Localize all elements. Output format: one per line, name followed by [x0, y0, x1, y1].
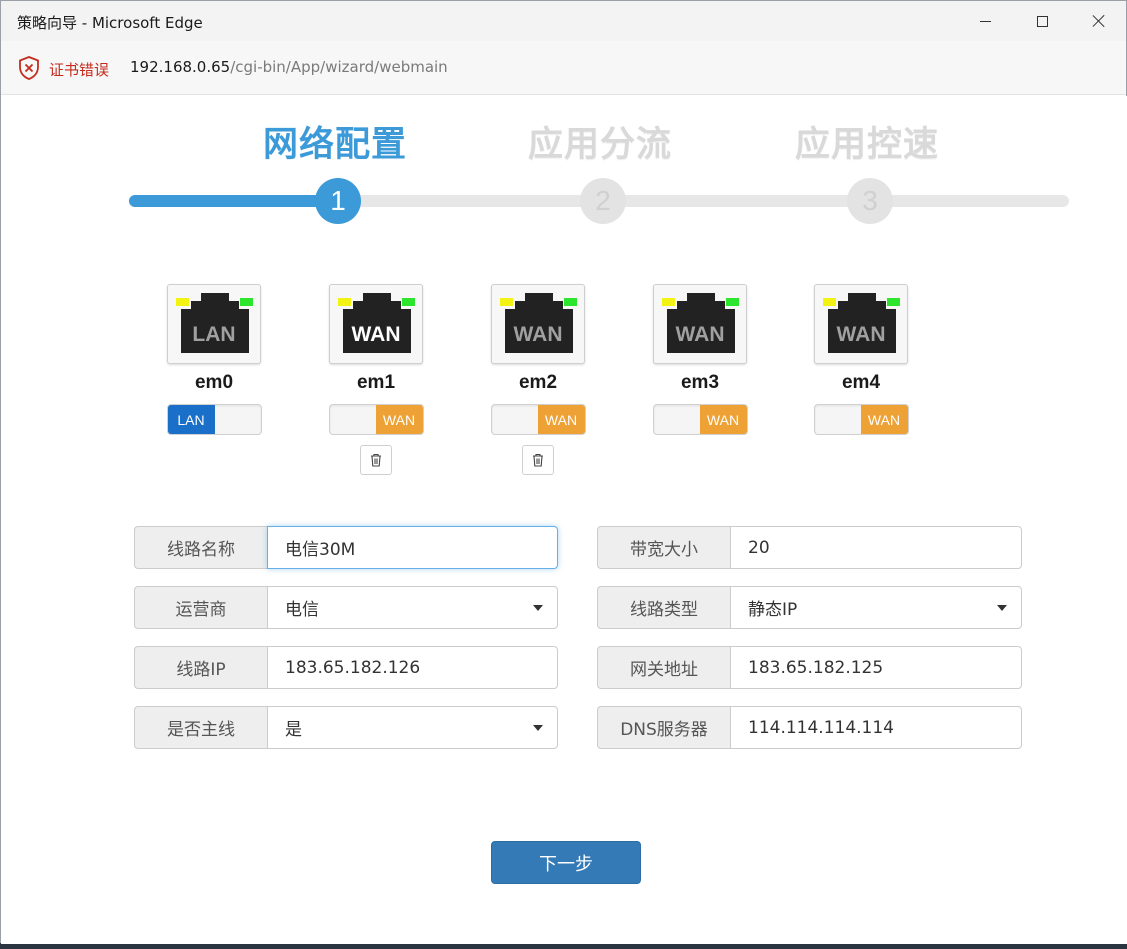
- bandwidth-label: 带宽大小: [597, 526, 730, 569]
- browser-window: 策略向导 - Microsoft Edge 证书错误 192.168.0.65/…: [0, 0, 1127, 944]
- ethernet-port-icon: WAN: [329, 284, 423, 364]
- progress-fill: [129, 195, 336, 207]
- port-mode-toggle[interactable]: WAN: [652, 404, 748, 435]
- trash-icon: [371, 453, 381, 467]
- line-ip-label: 线路IP: [134, 646, 267, 689]
- port-mode-toggle[interactable]: LAN: [166, 404, 262, 435]
- line-name-label: 线路名称: [134, 526, 267, 569]
- bandwidth-field: 带宽大小 20: [597, 526, 1022, 569]
- delete-port-button[interactable]: [522, 445, 554, 475]
- gateway-input[interactable]: 183.65.182.125: [730, 646, 1022, 689]
- dns-field: DNS服务器 114.114.114.114: [597, 706, 1022, 749]
- led-green: [240, 298, 253, 306]
- toggle-wan-segment[interactable]: WAN: [860, 405, 908, 434]
- window-title: 策略向导 - Microsoft Edge: [17, 14, 203, 32]
- port-type-label: WAN: [836, 323, 886, 346]
- caret-down-icon: [533, 605, 543, 611]
- step-circle-2: 2: [580, 178, 626, 224]
- line-ip-input[interactable]: 183.65.182.126: [267, 646, 558, 689]
- port-name: em3: [680, 372, 720, 393]
- toggle-wan-segment[interactable]: WAN: [699, 405, 747, 434]
- led-green: [402, 298, 415, 306]
- caret-down-icon: [533, 725, 543, 731]
- line-ip-field: 线路IP 183.65.182.126: [134, 646, 558, 689]
- port-em1: WAN em1 WAN: [328, 284, 424, 475]
- port-em4: WAN em4 WAN: [813, 284, 909, 435]
- port-name: em4: [841, 372, 881, 393]
- line-type-select[interactable]: 静态IP: [730, 586, 1022, 629]
- dns-input[interactable]: 114.114.114.114: [730, 706, 1022, 749]
- port-type-label: LAN: [192, 323, 236, 346]
- led-yellow: [500, 298, 513, 306]
- port-name: em1: [356, 372, 396, 393]
- step-circle-1: 1: [315, 178, 361, 224]
- close-button[interactable]: [1070, 1, 1127, 41]
- isp-select-value: 电信: [285, 600, 319, 620]
- url-host: 192.168.0.65: [130, 58, 231, 76]
- led-green: [564, 298, 577, 306]
- led-yellow: [176, 298, 189, 306]
- trash-icon: [533, 453, 543, 467]
- isp-field: 运营商 电信: [134, 586, 558, 629]
- port-name: em0: [194, 372, 234, 393]
- line-name-input[interactable]: 电信30M: [267, 526, 558, 569]
- toggle-wan-segment[interactable]: WAN: [537, 405, 585, 434]
- gateway-field: 网关地址 183.65.182.125: [597, 646, 1022, 689]
- gateway-label: 网关地址: [597, 646, 730, 689]
- toggle-wan-segment[interactable]: WAN: [375, 405, 423, 434]
- minimize-icon: [979, 20, 991, 22]
- step-title-app-split: 应用分流: [528, 124, 673, 165]
- ethernet-port-icon: WAN: [814, 284, 908, 364]
- port-type-label: WAN: [351, 323, 401, 346]
- url-text[interactable]: 192.168.0.65/cgi-bin/App/wizard/webmain: [130, 58, 448, 76]
- led-yellow: [662, 298, 675, 306]
- ethernet-port-icon: WAN: [491, 284, 585, 364]
- url-path: /cgi-bin/App/wizard/webmain: [230, 58, 448, 76]
- isp-select[interactable]: 电信: [267, 586, 558, 629]
- step-title-network-config: 网络配置: [263, 124, 408, 165]
- led-green: [726, 298, 739, 306]
- caret-down-icon: [997, 605, 1007, 611]
- minimize-button[interactable]: [956, 1, 1014, 41]
- port-mode-toggle[interactable]: WAN: [328, 404, 424, 435]
- dns-label: DNS服务器: [597, 706, 730, 749]
- ethernet-port-icon: LAN: [167, 284, 261, 364]
- delete-port-button[interactable]: [360, 445, 392, 475]
- title-bar: 策略向导 - Microsoft Edge: [1, 1, 1126, 41]
- port-name: em2: [518, 372, 558, 393]
- primary-line-select[interactable]: 是: [267, 706, 558, 749]
- line-type-field: 线路类型 静态IP: [597, 586, 1022, 629]
- led-yellow: [338, 298, 351, 306]
- port-type-label: WAN: [675, 323, 725, 346]
- bandwidth-input[interactable]: 20: [730, 526, 1022, 569]
- toggle-lan-segment[interactable]: LAN: [167, 405, 215, 434]
- step-circle-3: 3: [847, 178, 893, 224]
- step-title-app-speed: 应用控速: [795, 124, 940, 165]
- primary-line-field: 是否主线 是: [134, 706, 558, 749]
- port-mode-toggle[interactable]: WAN: [490, 404, 586, 435]
- ethernet-port-icon: WAN: [653, 284, 747, 364]
- port-mode-toggle[interactable]: WAN: [813, 404, 909, 435]
- maximize-button[interactable]: [1013, 1, 1071, 41]
- primary-line-label: 是否主线: [134, 706, 267, 749]
- isp-label: 运营商: [134, 586, 267, 629]
- primary-line-select-value: 是: [285, 720, 302, 740]
- maximize-icon: [1036, 15, 1048, 27]
- wizard-content: 网络配置 应用分流 应用控速 1 2 3 LAN em0 LAN WAN em1…: [1, 96, 1127, 944]
- shield-error-icon[interactable]: [18, 56, 40, 80]
- address-bar[interactable]: 证书错误 192.168.0.65/cgi-bin/App/wizard/web…: [1, 41, 1126, 95]
- port-em0: LAN em0 LAN: [166, 284, 262, 435]
- line-type-select-value: 静态IP: [748, 600, 798, 620]
- next-step-button[interactable]: 下一步: [491, 841, 641, 884]
- led-green: [887, 298, 900, 306]
- port-type-label: WAN: [513, 323, 563, 346]
- close-icon: [1092, 14, 1106, 28]
- led-yellow: [823, 298, 836, 306]
- line-name-field: 线路名称 电信30M: [134, 526, 558, 569]
- port-em2: WAN em2 WAN: [490, 284, 586, 475]
- certificate-error-label[interactable]: 证书错误: [49, 59, 109, 80]
- port-em3: WAN em3 WAN: [652, 284, 748, 435]
- line-type-label: 线路类型: [597, 586, 730, 629]
